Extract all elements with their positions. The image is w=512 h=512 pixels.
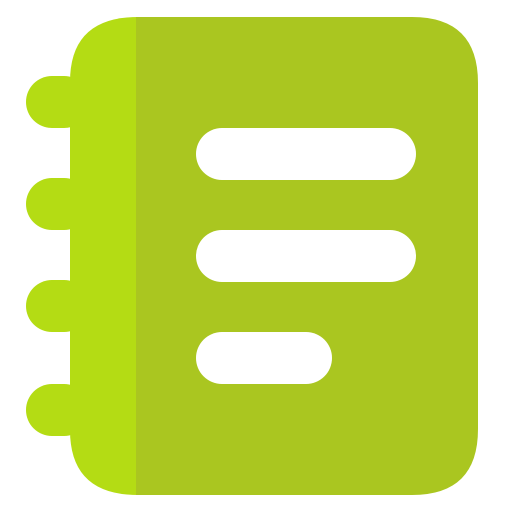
notebook-icon (26, 17, 478, 495)
text-line (196, 128, 416, 180)
notebook-spine (70, 17, 138, 495)
text-line (196, 230, 416, 282)
icon-canvas (0, 0, 512, 512)
text-line (196, 332, 332, 384)
